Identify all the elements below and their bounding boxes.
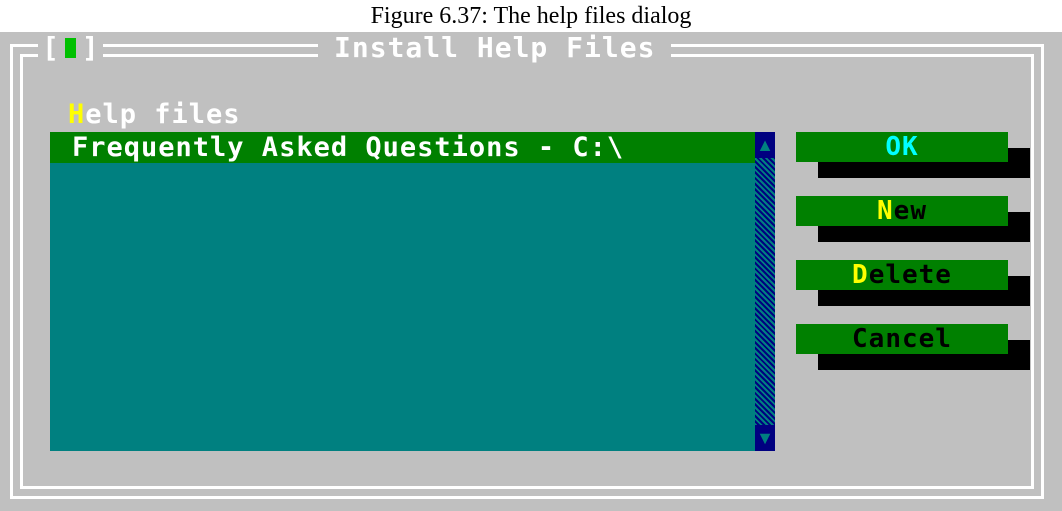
cancel-button[interactable]: Cancel [796, 324, 1008, 354]
install-help-files-dialog: [ ] Install Help Files Help files Freque… [0, 32, 1062, 511]
delete-button-hotkey: D [852, 260, 869, 290]
new-button-label: ew [893, 196, 927, 226]
delete-button-label: elete [868, 260, 952, 290]
close-icon [64, 38, 76, 58]
close-box-right: ] [81, 31, 99, 64]
help-files-hotkey: H [68, 99, 86, 130]
close-box-left: [ [42, 31, 59, 64]
new-button-hotkey: N [877, 196, 894, 226]
delete-button-group: Delete [796, 260, 1030, 314]
delete-button[interactable]: Delete [796, 260, 1008, 290]
dialog-title: Install Help Files [318, 32, 672, 64]
list-item-faq[interactable]: Frequently Asked Questions - C:\ [50, 132, 755, 163]
help-files-label: Help files [68, 100, 241, 130]
close-button[interactable]: [ ] [38, 32, 103, 64]
new-button[interactable]: New [796, 196, 1008, 226]
cancel-button-group: Cancel [796, 324, 1030, 378]
new-button-group: New [796, 196, 1030, 250]
help-files-list[interactable]: Frequently Asked Questions - C:\ [50, 132, 755, 451]
scroll-down-arrow-icon[interactable]: ▼ [755, 425, 775, 451]
list-scrollbar[interactable]: ▲ ▼ [755, 132, 775, 451]
figure-caption: Figure 6.37: The help files dialog [370, 3, 692, 29]
help-files-label-text: elp files [85, 99, 241, 130]
ok-button[interactable]: OK [796, 132, 1008, 162]
ok-button-group: OK [796, 132, 1030, 186]
scroll-up-arrow-icon[interactable]: ▲ [755, 132, 775, 158]
